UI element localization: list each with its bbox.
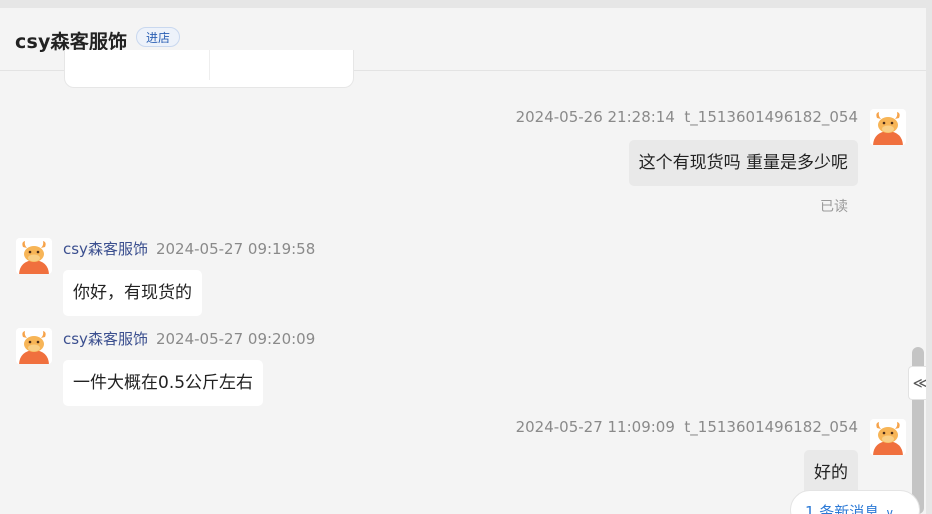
- bull-mascot-icon: [16, 238, 52, 274]
- message-sender: t_1513601496182_054: [684, 108, 858, 126]
- avatar[interactable]: [16, 328, 52, 364]
- message-meta: csy森客服饰 2024-05-27 09:19:58: [63, 238, 315, 259]
- message-meta: 2024-05-26 21:28:14 t_1513601496182_054: [516, 108, 858, 126]
- avatar[interactable]: [870, 109, 906, 145]
- message-time: 2024-05-27 11:09:09: [515, 418, 675, 436]
- message-time: 2024-05-27 09:20:09: [155, 330, 316, 348]
- chat-window: csy森客服饰 进店 2024-05-26 21:28:14 t_1513601…: [0, 0, 932, 514]
- new-message-button[interactable]: 1 条新消息 ∨: [790, 490, 920, 514]
- bull-mascot-icon: [870, 419, 906, 455]
- chevron-down-icon: ∨: [885, 506, 895, 514]
- message-sender: t_1513601496182_054: [684, 418, 858, 436]
- right-edge: [926, 0, 932, 514]
- avatar[interactable]: [16, 238, 52, 274]
- top-edge: [0, 0, 932, 8]
- message-meta: csy森客服饰 2024-05-27 09:20:09: [63, 328, 315, 349]
- product-card-partial[interactable]: [64, 50, 354, 88]
- new-message-label: 1 条新消息: [805, 503, 880, 514]
- message-sender: csy森客服饰: [63, 240, 148, 258]
- message-sender: csy森客服饰: [63, 330, 148, 348]
- message-time: 2024-05-26 21:28:14: [515, 108, 675, 126]
- message-time: 2024-05-27 09:19:58: [155, 240, 316, 258]
- card-divider: [209, 50, 210, 80]
- avatar[interactable]: [870, 419, 906, 455]
- message-meta: 2024-05-27 11:09:09 t_1513601496182_054: [516, 418, 858, 436]
- bull-mascot-icon: [16, 328, 52, 364]
- bull-mascot-icon: [870, 109, 906, 145]
- message-bubble[interactable]: 你好，有现货的: [63, 270, 202, 316]
- message-bubble[interactable]: 这个有现货吗 重量是多少呢: [628, 140, 858, 186]
- enter-shop-button[interactable]: 进店: [136, 27, 180, 47]
- read-status: 已读: [820, 199, 848, 215]
- message-bubble[interactable]: 一件大概在0.5公斤左右: [63, 360, 264, 406]
